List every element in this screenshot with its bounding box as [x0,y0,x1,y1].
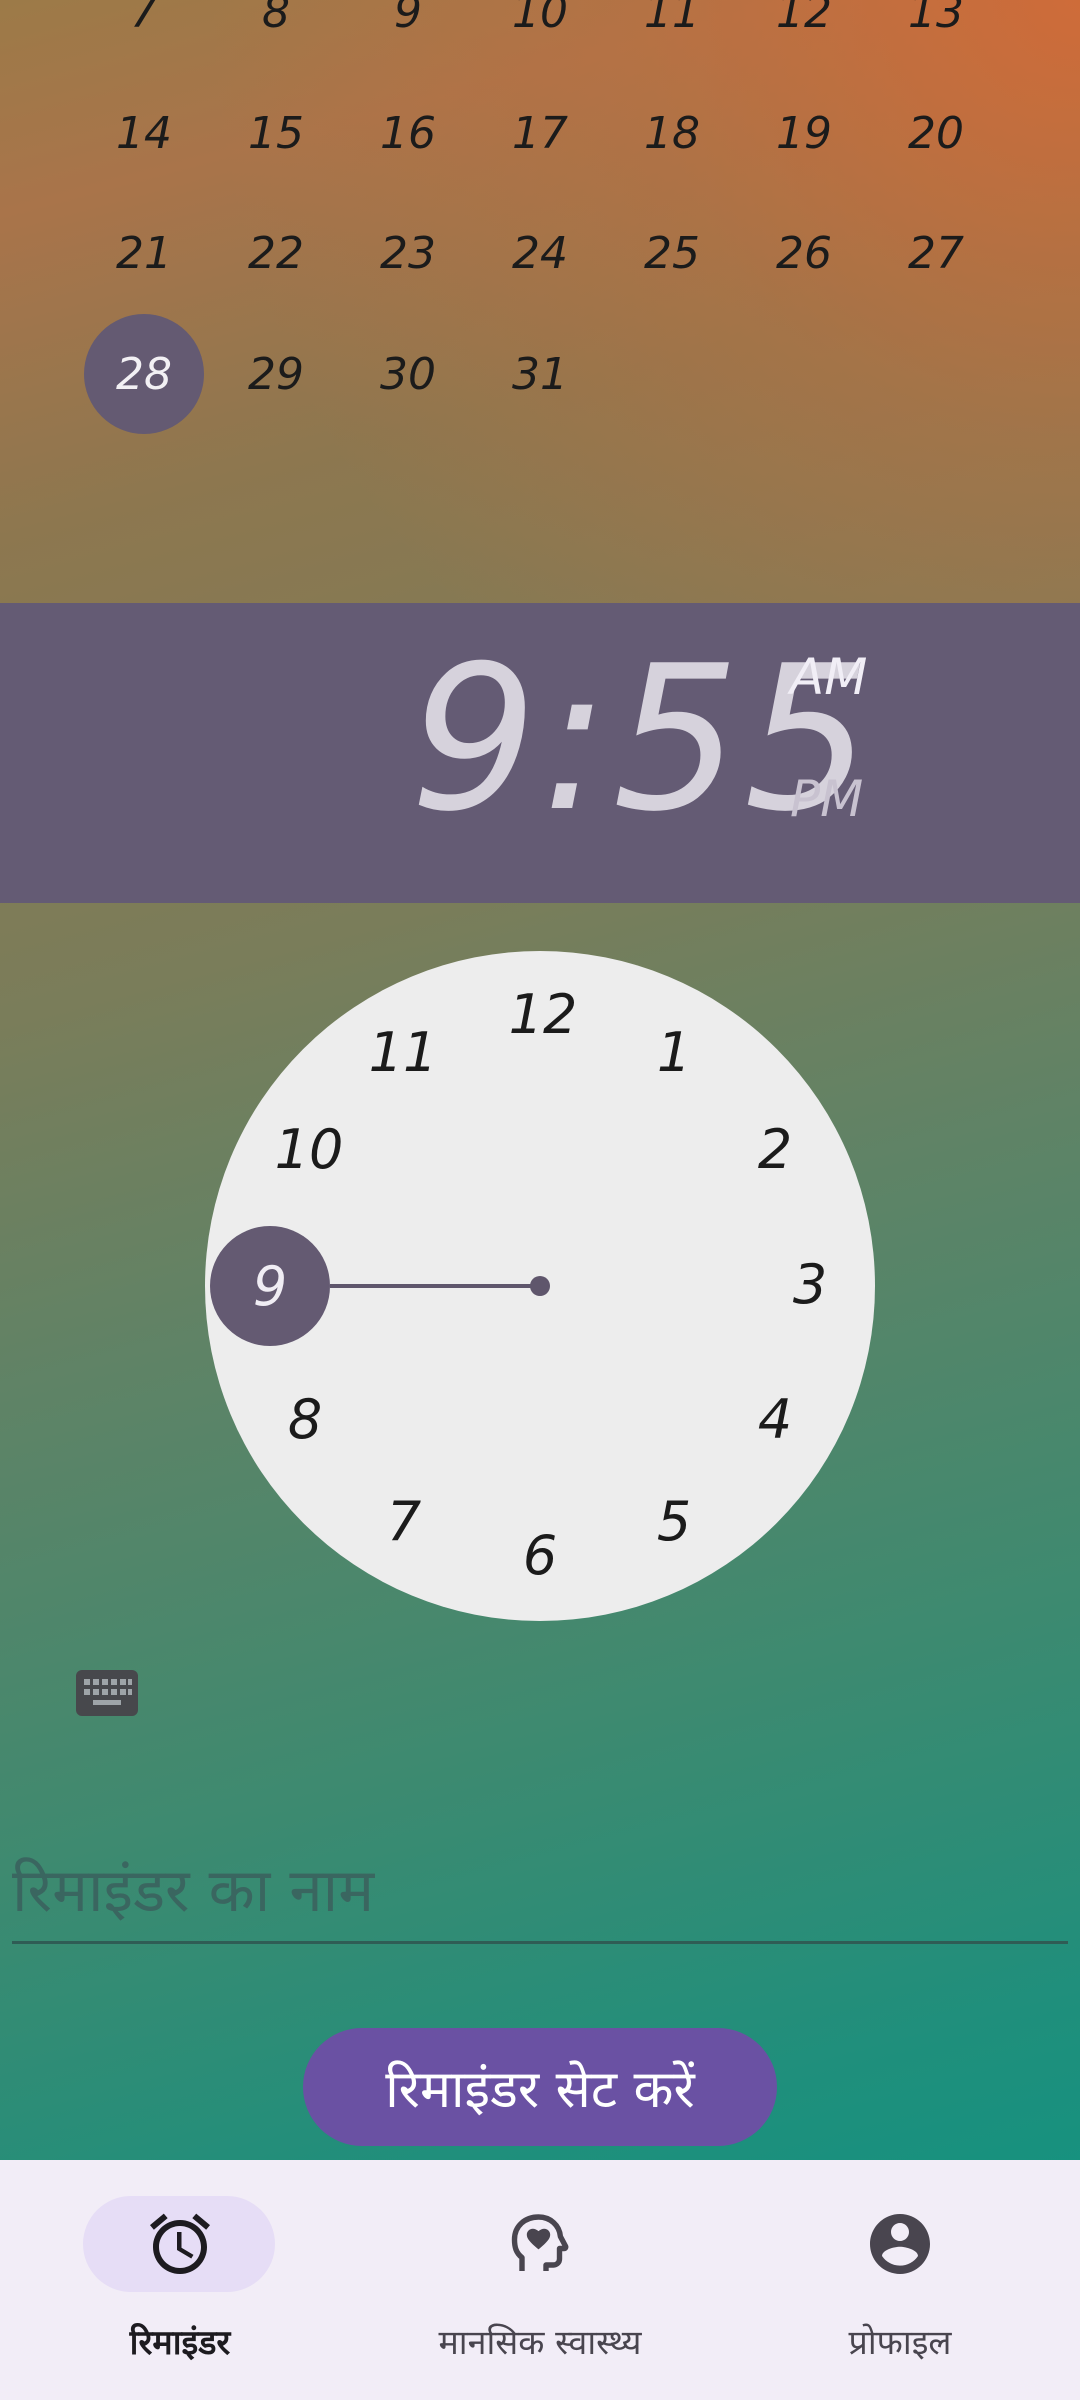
calendar-day[interactable]: 26 [744,193,864,313]
calendar-day[interactable]: 19 [744,73,864,193]
clock-number-12[interactable]: 12 [503,974,583,1054]
nav-item-reminder[interactable]: रिमाइंडर [0,2160,360,2400]
calendar-day[interactable]: 7 [84,0,204,72]
calendar-day[interactable]: 9 [348,0,468,72]
calendar-day[interactable]: 30 [348,314,468,434]
clock-number-2[interactable]: 2 [735,1109,815,1189]
calendar-day[interactable]: 25 [612,193,732,313]
clock-number-8[interactable]: 8 [265,1379,345,1459]
calendar-day[interactable]: 27 [876,193,996,313]
set-reminder-button[interactable]: रिमाइंडर सेट करें [303,2028,777,2146]
calendar-day[interactable]: 17 [480,73,600,193]
calendar-day[interactable]: 23 [348,193,468,313]
nav-item-profile[interactable]: प्रोफाइल [720,2160,1080,2400]
calendar-day[interactable]: 8 [216,0,336,72]
calendar-day[interactable]: 21 [84,193,204,313]
calendar-day[interactable]: 16 [348,73,468,193]
calendar-day[interactable]: 24 [480,193,600,313]
calendar-day[interactable]: 18 [612,73,732,193]
clock-hand-center [530,1276,550,1296]
bottom-navigation: रिमाइंडर मानसिक स्वास्थ्य प्रोफाइल [0,2160,1080,2400]
calendar-day[interactable]: 20 [876,73,996,193]
clock-number-1[interactable]: 1 [634,1012,714,1092]
calendar-day[interactable]: 11 [612,0,732,72]
nav-label-profile: प्रोफाइल [848,2323,952,2363]
clock-number-6[interactable]: 6 [500,1515,580,1595]
nav-label-reminder: रिमाइंडर [129,2323,231,2363]
nav-label-mental-health: मानसिक स्वास्थ्य [438,2323,642,2363]
calendar-day[interactable]: 31 [480,314,600,434]
calendar-day[interactable]: 22 [216,193,336,313]
clock-number-4[interactable]: 4 [735,1379,815,1459]
calendar-day[interactable]: 13 [876,0,996,72]
alarm-clock-icon [144,2208,216,2280]
clock-hand [330,1284,540,1288]
keyboard-icon[interactable] [76,1670,138,1716]
calendar-day-selected[interactable]: 28 [84,314,204,434]
nav-item-mental-health[interactable]: मानसिक स्वास्थ्य [360,2160,720,2400]
calendar-day[interactable]: 14 [84,73,204,193]
clock-number-10[interactable]: 10 [269,1109,349,1189]
clock-number-5[interactable]: 5 [634,1481,714,1561]
calendar-day[interactable]: 10 [480,0,600,72]
calendar-grid: 7 8 9 10 11 12 13 14 15 16 17 18 19 20 2… [0,0,1080,603]
clock-number-7[interactable]: 7 [364,1481,444,1561]
clock-number-3[interactable]: 3 [770,1244,850,1324]
reminder-name-input[interactable] [12,1840,1068,1944]
calendar-day[interactable]: 12 [744,0,864,72]
calendar-day[interactable]: 29 [216,314,336,434]
am-toggle[interactable]: AM [790,648,867,706]
clock-number-11[interactable]: 11 [363,1012,443,1092]
account-circle-icon [864,2208,936,2280]
calendar-day[interactable]: 15 [216,73,336,193]
mental-health-icon [504,2208,576,2280]
clock-number-9-selected[interactable]: 9 [210,1226,330,1346]
pm-toggle[interactable]: PM [790,770,863,828]
